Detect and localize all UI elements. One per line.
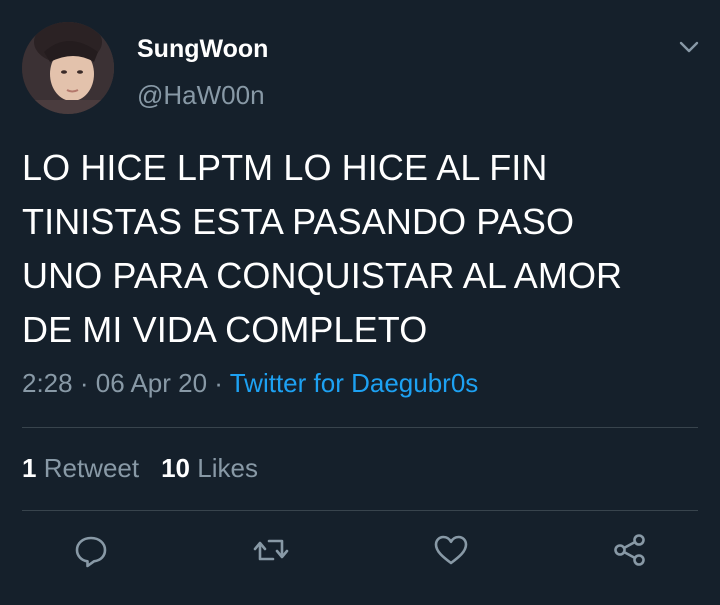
share-icon[interactable]: [610, 530, 650, 570]
tweet-actions: [0, 530, 720, 574]
tweet-date: 06 Apr 20: [95, 368, 208, 398]
user-handle[interactable]: @HaW00n: [137, 80, 265, 111]
like-icon[interactable]: [431, 530, 471, 570]
likes-stat[interactable]: 10 Likes: [161, 453, 258, 483]
tweet-meta: 2:28 · 06 Apr 20 · Twitter for Daegubr0s: [22, 368, 478, 399]
retweets-label: Retweet: [43, 453, 140, 483]
display-name[interactable]: SungWoon: [137, 35, 268, 64]
reply-icon[interactable]: [71, 530, 111, 570]
tweet-text-line: TINISTAS ESTA PASANDO PASO: [22, 201, 575, 242]
divider: [22, 427, 698, 428]
tweet-text: LO HICE LPTM LO HICE AL FIN TINISTAS EST…: [22, 141, 702, 357]
tweet-text-line: DE MI VIDA COMPLETO: [22, 309, 428, 350]
chevron-down-icon[interactable]: [676, 34, 702, 60]
meta-separator: ·: [79, 368, 89, 398]
tweet-time: 2:28: [22, 368, 73, 398]
retweet-icon[interactable]: [251, 530, 291, 570]
likes-count: 10: [161, 453, 191, 483]
avatar[interactable]: [22, 22, 114, 114]
avatar-image: [22, 22, 114, 114]
tweet-text-line: LO HICE LPTM LO HICE AL FIN: [22, 147, 548, 188]
tweet-text-line: UNO PARA CONQUISTAR AL AMOR: [22, 255, 623, 296]
divider: [22, 510, 698, 511]
meta-separator: ·: [214, 368, 223, 398]
retweets-count: 1: [22, 453, 37, 483]
likes-label: Likes: [197, 453, 258, 483]
tweet-detail: SungWoon @HaW00n LO HICE LPTM LO HICE AL…: [0, 0, 720, 605]
tweet-stats: 1 Retweet 10 Likes: [22, 453, 258, 484]
retweets-stat[interactable]: 1 Retweet: [22, 453, 139, 483]
tweet-source-link[interactable]: Twitter for Daegubr0s: [230, 368, 479, 398]
